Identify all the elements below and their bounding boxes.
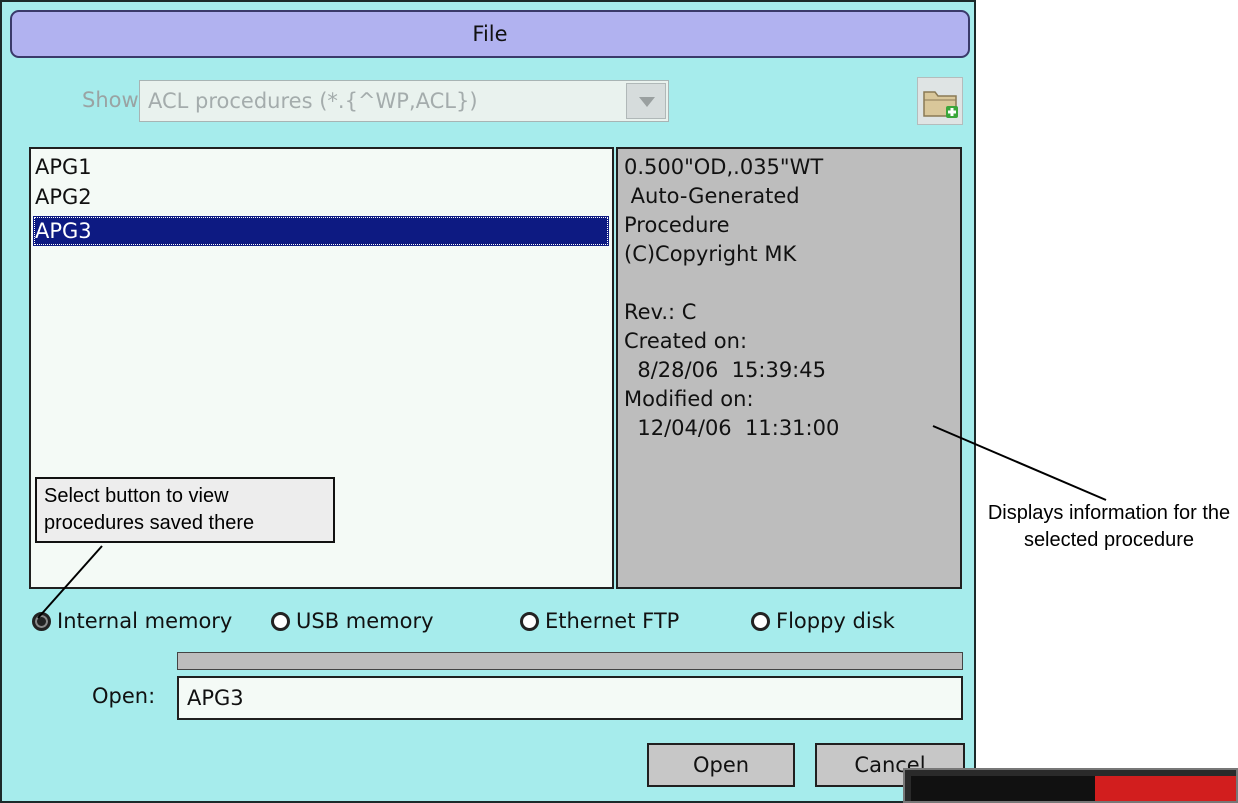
list-item[interactable]: APG1 xyxy=(33,152,609,182)
radio-unselected-icon[interactable] xyxy=(271,611,290,631)
chevron-down-icon[interactable] xyxy=(626,83,666,119)
open-filename-input[interactable] xyxy=(179,678,962,718)
new-folder-button[interactable] xyxy=(917,77,963,125)
radio-label: Floppy disk xyxy=(776,609,895,633)
location-radio-usb-memory[interactable]: USB memory xyxy=(271,606,434,636)
locations-callout: Select button to view procedures saved t… xyxy=(35,477,335,543)
location-radio-ethernet-ftp[interactable]: Ethernet FTP xyxy=(520,606,679,636)
radio-selected-icon[interactable] xyxy=(32,611,51,631)
open-label: Open: xyxy=(92,684,156,708)
procedure-info-panel: 0.500"OD,.035"WT Auto-Generated Procedur… xyxy=(616,147,962,589)
open-button[interactable]: Open xyxy=(647,743,795,787)
progress-bar xyxy=(177,652,963,670)
radio-label: Internal memory xyxy=(57,609,233,633)
show-filter-value: ACL procedures (*.{^WP,ACL}) xyxy=(148,89,478,113)
location-radio-internal-memory[interactable]: Internal memory xyxy=(32,606,232,636)
list-item[interactable]: APG2 xyxy=(33,182,609,212)
radio-unselected-icon[interactable] xyxy=(751,611,770,631)
background-window-red-block xyxy=(1095,776,1236,801)
show-filter-select[interactable]: ACL procedures (*.{^WP,ACL}) xyxy=(139,80,669,122)
radio-label: USB memory xyxy=(296,609,434,633)
radio-unselected-icon[interactable] xyxy=(520,611,539,631)
file-dialog: File Show: ACL procedures (*.{^WP,ACL}) … xyxy=(0,0,976,803)
info-panel-callout: Displays information for the selected pr… xyxy=(987,502,1231,551)
folder-add-icon xyxy=(923,91,958,118)
open-filename-field[interactable] xyxy=(177,676,963,720)
list-item-selected[interactable]: APG3 xyxy=(33,216,609,246)
location-radio-floppy-disk[interactable]: Floppy disk xyxy=(751,606,895,636)
radio-label: Ethernet FTP xyxy=(545,609,680,633)
show-filter-label: Show: xyxy=(82,88,145,112)
background-window-fragment xyxy=(903,768,1238,803)
dialog-title: File xyxy=(10,10,970,58)
